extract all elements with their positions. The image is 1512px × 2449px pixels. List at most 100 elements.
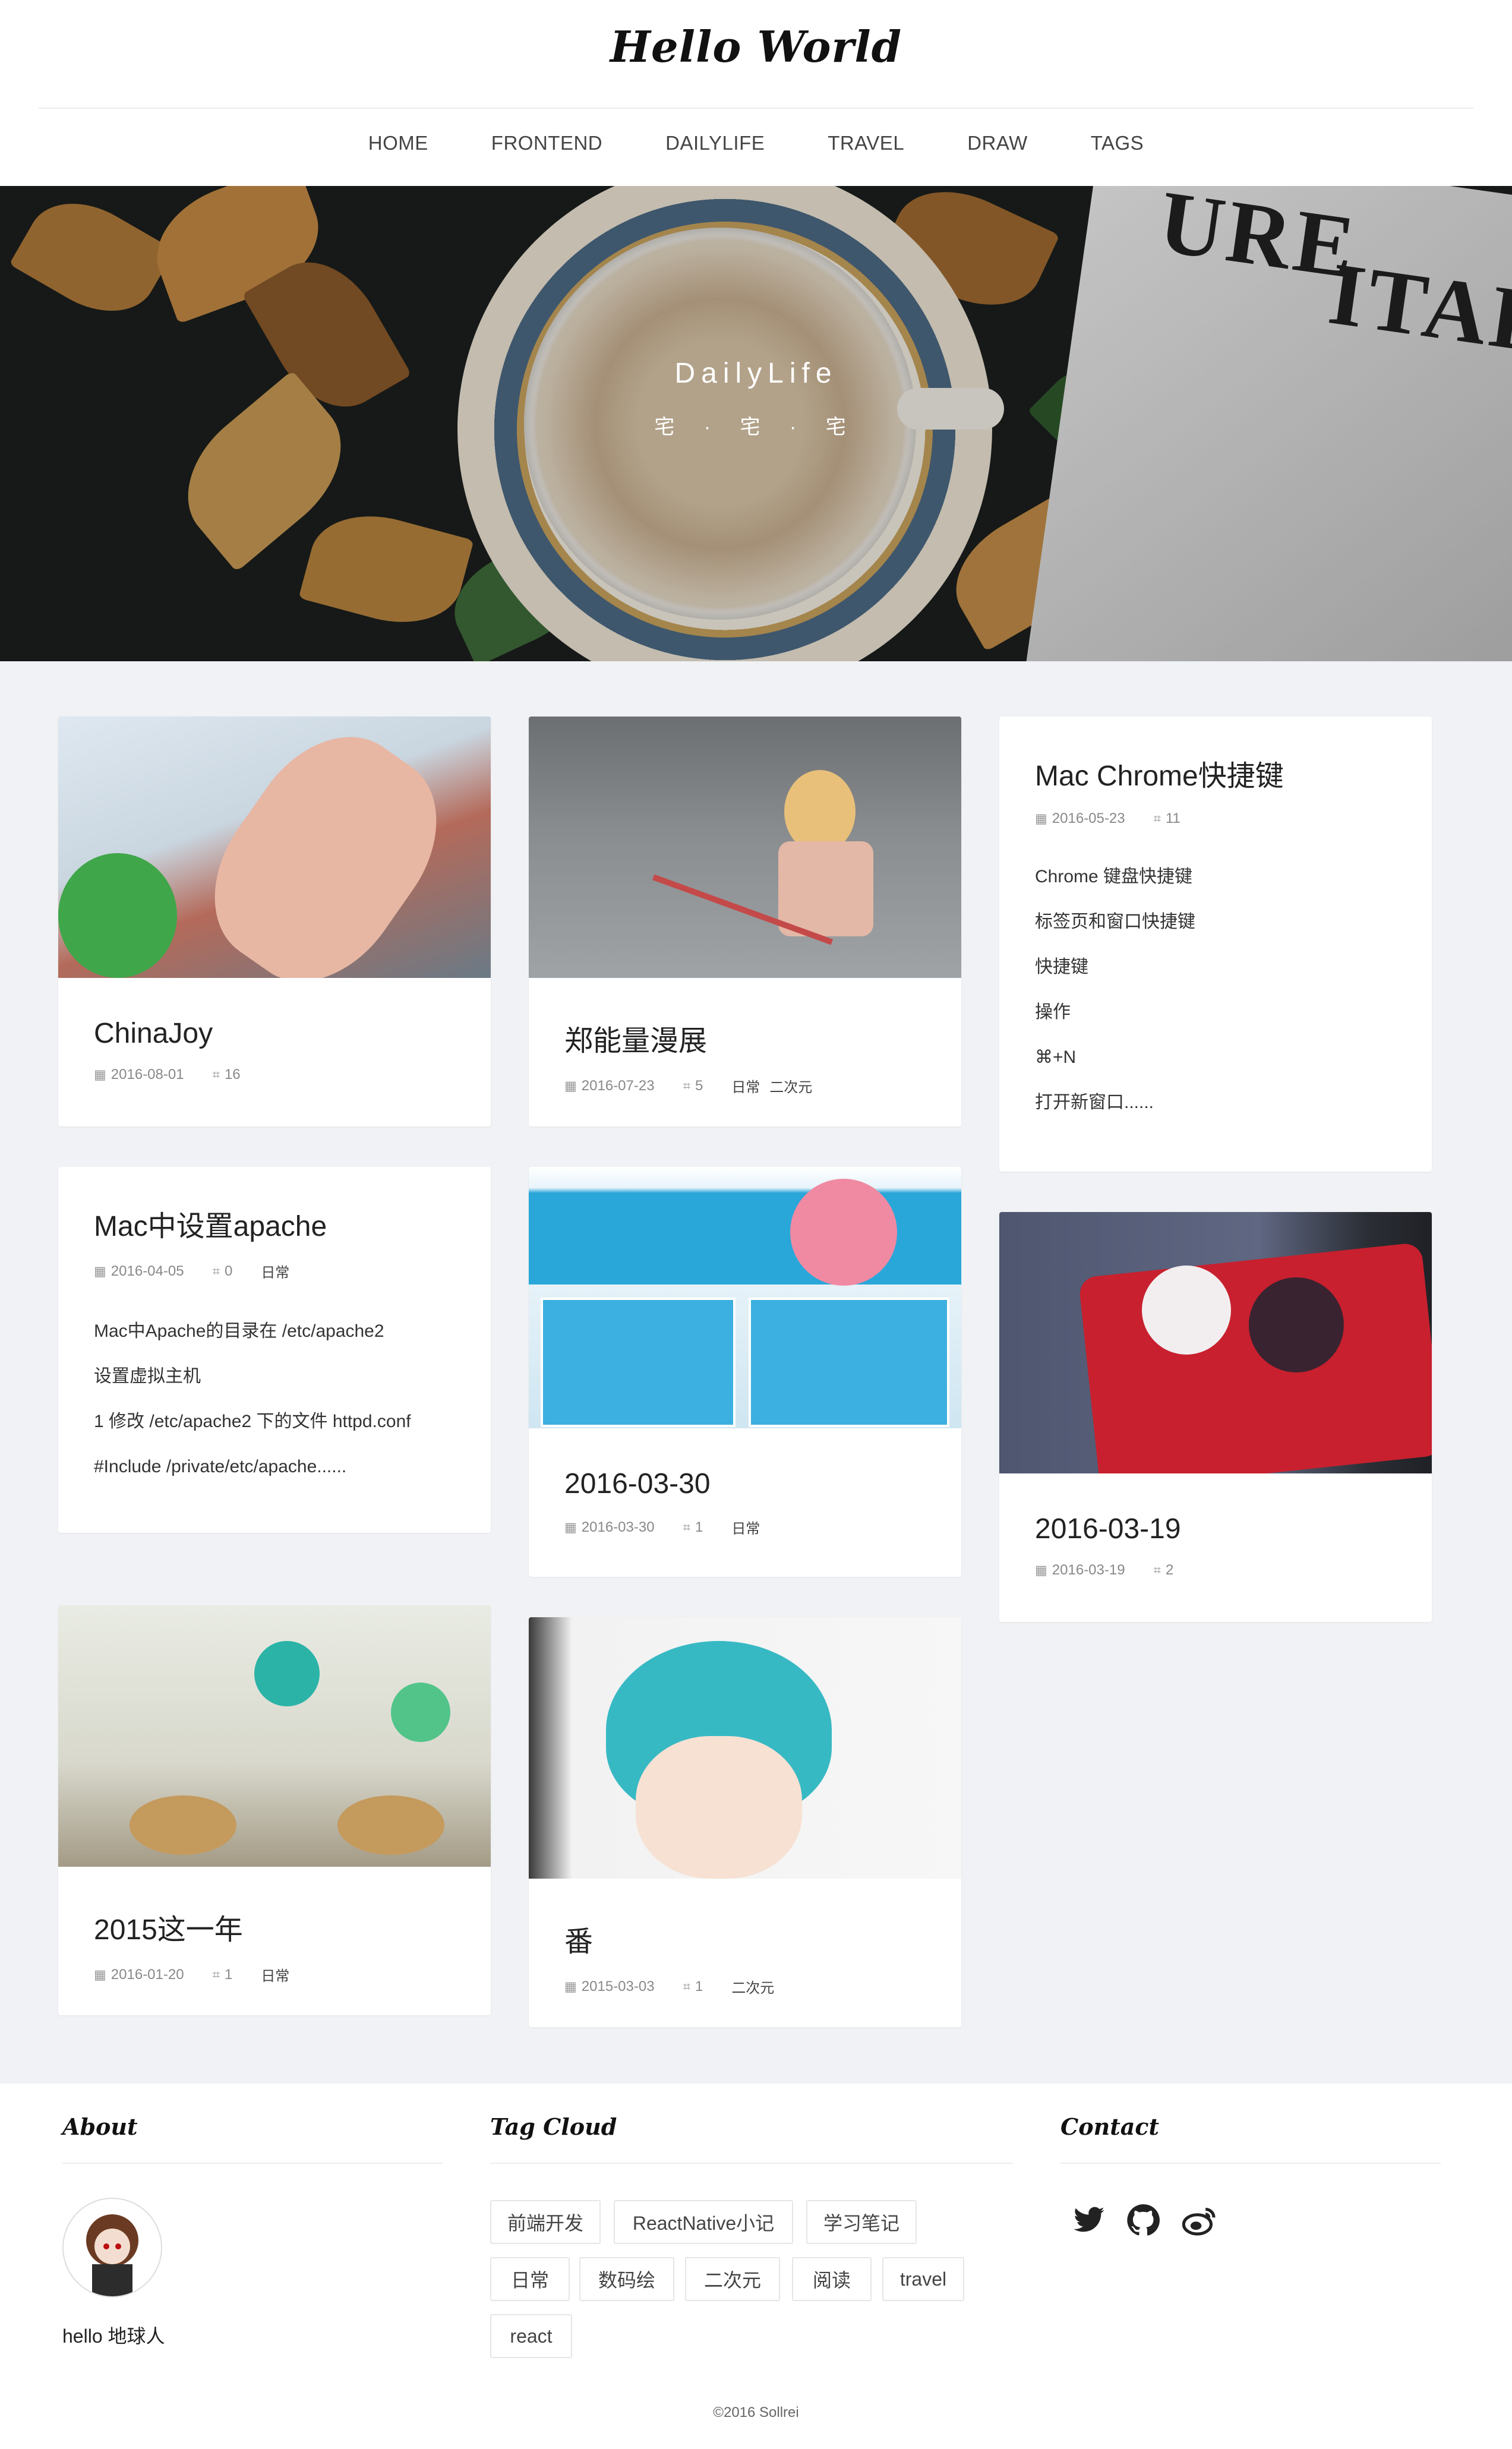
github-icon[interactable] bbox=[1126, 2204, 1160, 2245]
main-nav: HOME FRONTEND DAILYLIFE TRAVEL DRAW TAGS bbox=[0, 132, 1512, 154]
post-date: 2016-03-19 bbox=[1052, 1562, 1125, 1578]
post-card[interactable]: 2016-03-19 ▦ 2016-03-19 ⌗ 2 bbox=[999, 1212, 1432, 1622]
nav-frontend[interactable]: FRONTEND bbox=[491, 132, 602, 154]
post-card[interactable]: Mac Chrome快捷键 ▦ 2016-05-23 ⌗ 11 Chrome 键盘快… bbox=[999, 717, 1432, 1172]
post-title[interactable]: 2015这一年 bbox=[94, 1906, 491, 1948]
comment-icon: ⌗ bbox=[683, 1078, 690, 1093]
post-meta: ▦ 2016-03-19 ⌗ 2 bbox=[1035, 1562, 1432, 1579]
post-image[interactable] bbox=[529, 717, 961, 978]
post-meta: ▦ 2016-01-20 ⌗ 1 日常 bbox=[94, 1964, 491, 1985]
post-title[interactable]: 郑能量漫展 bbox=[564, 1017, 961, 1059]
tagcloud-title: Tag Cloud bbox=[490, 2113, 617, 2140]
contact-title: Contact bbox=[1060, 2113, 1160, 2140]
post-meta: ▦ 2016-03-30 ⌗ 1 日常 bbox=[564, 1517, 961, 1538]
post-card[interactable]: Mac中设置apache ▦ 2016-04-05 ⌗ 0 日常 Mac中Apach… bbox=[58, 1167, 491, 1533]
tag-react[interactable]: react bbox=[490, 2314, 572, 2358]
post-excerpt: Chrome 键盘快捷键 标签页和窗口快捷键 快捷键 操作 ⌘+N 打开新窗口.… bbox=[1035, 867, 1195, 1112]
nav-travel[interactable]: TRAVEL bbox=[828, 132, 904, 154]
calendar-icon: ▦ bbox=[94, 1067, 106, 1082]
tag-digital-drawing[interactable]: 数码绘 bbox=[579, 2257, 674, 2301]
post-comments: 5 bbox=[695, 1077, 703, 1094]
post-card[interactable]: 2016-03-30 ▦ 2016-03-30 ⌗ 1 日常 bbox=[529, 1167, 961, 1577]
post-date: 2016-01-20 bbox=[111, 1966, 184, 1983]
post-comments: 1 bbox=[224, 1966, 233, 1983]
post-image[interactable] bbox=[999, 1212, 1432, 1473]
tag-travel[interactable]: travel bbox=[882, 2257, 964, 2301]
calendar-icon: ▦ bbox=[94, 1263, 106, 1279]
comment-icon: ⌗ bbox=[683, 1978, 690, 1994]
nav-tags[interactable]: TAGS bbox=[1091, 132, 1144, 154]
post-image[interactable] bbox=[58, 1605, 491, 1867]
comment-icon: ⌗ bbox=[212, 1067, 220, 1082]
about-title: About bbox=[62, 2113, 138, 2140]
post-title[interactable]: 番 bbox=[564, 1918, 961, 1959]
comment-icon: ⌗ bbox=[683, 1519, 690, 1535]
post-date: 2016-04-05 bbox=[111, 1263, 184, 1279]
post-comments: 1 bbox=[695, 1519, 703, 1535]
about-text: hello 地球人 bbox=[62, 2325, 165, 2347]
tag-daily[interactable]: 日常 bbox=[490, 2257, 570, 2301]
calendar-icon: ▦ bbox=[1035, 811, 1047, 826]
copyright: ©2016 Sollrei bbox=[713, 2404, 799, 2420]
hero-banner: URE ITAL DailyLife 宅 · 宅 · 宅 bbox=[0, 186, 1512, 661]
post-title[interactable]: ChinaJoy bbox=[94, 1017, 491, 1050]
post-image[interactable] bbox=[58, 717, 491, 978]
tag-frontend[interactable]: 前端开发 bbox=[490, 2200, 601, 2244]
post-meta: ▦ 2016-07-23 ⌗ 5 日常 二次元 bbox=[564, 1075, 961, 1096]
nav-draw[interactable]: DRAW bbox=[967, 132, 1028, 154]
post-date: 2015-03-03 bbox=[581, 1978, 655, 1994]
comment-icon: ⌗ bbox=[1153, 1563, 1161, 1577]
post-comments: 11 bbox=[1165, 810, 1180, 826]
post-date: 2016-05-23 bbox=[1052, 810, 1125, 826]
tag-study-notes[interactable]: 学习笔记 bbox=[806, 2200, 917, 2244]
site-header: Hello World HOME FRONTEND DAILYLIFE TRAV… bbox=[0, 0, 1512, 186]
calendar-icon: ▦ bbox=[564, 1078, 577, 1093]
post-card[interactable]: 2015这一年 ▦ 2016-01-20 ⌗ 1 日常 bbox=[58, 1605, 491, 2015]
post-title[interactable]: 2016-03-19 bbox=[1035, 1513, 1432, 1545]
post-tag[interactable]: 日常 bbox=[261, 1261, 289, 1282]
post-title[interactable]: 2016-03-30 bbox=[564, 1467, 961, 1500]
calendar-icon: ▦ bbox=[1035, 1563, 1047, 1577]
calendar-icon: ▦ bbox=[564, 1519, 577, 1535]
post-title[interactable]: Mac中设置apache bbox=[94, 1167, 491, 1244]
post-comments: 2 bbox=[1165, 1562, 1174, 1578]
post-date: 2016-07-23 bbox=[581, 1077, 655, 1094]
comment-icon: ⌗ bbox=[212, 1967, 220, 1982]
post-tag[interactable]: 日常 bbox=[731, 1075, 760, 1096]
site-footer: About hello 地球人 Tag Cloud 前端开发 ReactNati… bbox=[0, 2084, 1512, 2449]
nav-dailylife[interactable]: DAILYLIFE bbox=[665, 132, 765, 154]
post-comments: 0 bbox=[224, 1263, 233, 1279]
post-tag[interactable]: 日常 bbox=[261, 1964, 289, 1985]
weibo-icon[interactable] bbox=[1182, 2204, 1218, 2245]
post-tag[interactable]: 二次元 bbox=[731, 1976, 774, 1997]
calendar-icon: ▦ bbox=[564, 1978, 577, 1994]
post-card[interactable]: ChinaJoy ▦ 2016-08-01 ⌗ 16 bbox=[58, 717, 491, 1126]
post-date: 2016-03-30 bbox=[581, 1519, 655, 1535]
post-card[interactable]: 郑能量漫展 ▦ 2016-07-23 ⌗ 5 日常 二次元 bbox=[529, 717, 961, 1126]
comment-icon: ⌗ bbox=[1153, 811, 1161, 826]
post-meta: ▦ 2016-08-01 ⌗ 16 bbox=[94, 1066, 491, 1083]
tag-acg[interactable]: 二次元 bbox=[685, 2257, 780, 2301]
nav-home[interactable]: HOME bbox=[368, 132, 428, 154]
post-meta: ▦ 2016-05-23 ⌗ 11 bbox=[1035, 810, 1432, 827]
avatar bbox=[62, 2198, 162, 2297]
twitter-icon[interactable] bbox=[1072, 2204, 1106, 2245]
post-tag[interactable]: 二次元 bbox=[769, 1075, 812, 1096]
site-logo[interactable]: Hello World bbox=[0, 21, 1512, 72]
post-excerpt: Mac中Apache的目录在 /etc/apache2 设置虚拟主机 1 修改 … bbox=[94, 1321, 411, 1476]
post-comments: 1 bbox=[695, 1978, 703, 1994]
post-meta: ▦ 2015-03-03 ⌗ 1 二次元 bbox=[564, 1976, 961, 1997]
hero-subtitle: 宅 · 宅 · 宅 bbox=[654, 416, 858, 438]
tag-reactnative[interactable]: ReactNative小记 bbox=[614, 2200, 793, 2244]
post-title[interactable]: Mac Chrome快捷键 bbox=[1035, 717, 1432, 794]
post-tag[interactable]: 日常 bbox=[731, 1517, 760, 1538]
post-date: 2016-08-01 bbox=[111, 1066, 184, 1083]
post-comments: 16 bbox=[224, 1066, 241, 1083]
header-divider bbox=[39, 108, 1473, 109]
post-card[interactable]: 番 ▦ 2015-03-03 ⌗ 1 二次元 bbox=[529, 1617, 961, 2027]
hero-title: DailyLife bbox=[674, 358, 838, 389]
post-image[interactable] bbox=[529, 1617, 961, 1879]
post-image[interactable] bbox=[529, 1167, 961, 1428]
comment-icon: ⌗ bbox=[212, 1263, 220, 1279]
tag-reading[interactable]: 阅读 bbox=[792, 2257, 872, 2301]
